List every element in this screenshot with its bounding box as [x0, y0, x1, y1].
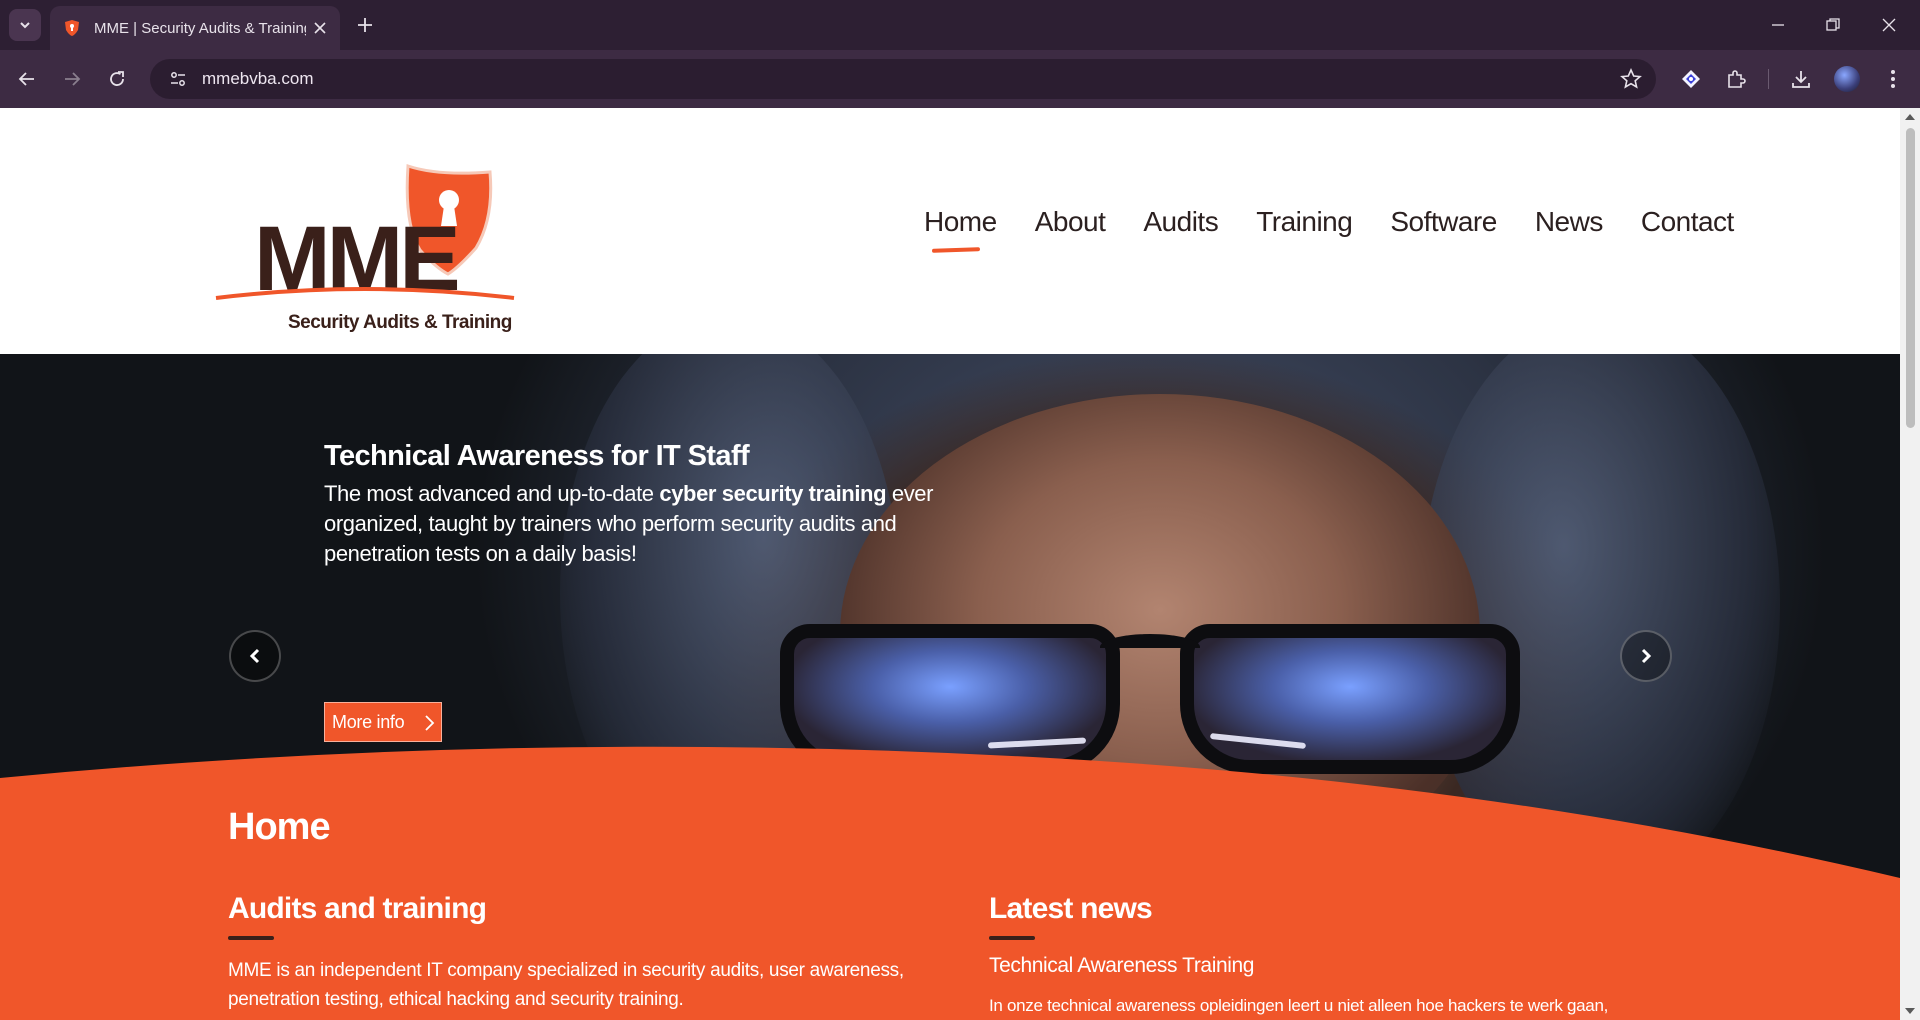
- menu-kebab-icon[interactable]: [1879, 65, 1907, 93]
- more-info-button[interactable]: More info: [324, 702, 442, 742]
- mme-logo[interactable]: MME Security Audits & Training: [214, 158, 524, 338]
- close-window-button[interactable]: [1869, 10, 1909, 40]
- svg-text:MME: MME: [254, 208, 457, 310]
- browser-tab-bar: MME | Security Audits & Training: [0, 0, 1920, 50]
- new-tab-button[interactable]: [352, 12, 378, 38]
- plus-icon: [358, 18, 372, 32]
- nav-about[interactable]: About: [1035, 206, 1106, 238]
- news-item-excerpt: In onze technical awareness opleidingen …: [989, 996, 1609, 1015]
- heading-underline: [989, 936, 1035, 940]
- page-title: Home: [228, 806, 331, 848]
- nav-software[interactable]: Software: [1390, 206, 1497, 238]
- chevron-right-icon: [425, 715, 435, 731]
- site-info-icon[interactable]: [158, 70, 198, 88]
- audits-training-heading: Audits and training: [228, 892, 487, 925]
- main-navigation: Home About Audits Training Software News…: [924, 206, 1772, 238]
- toolbar-divider: [1768, 69, 1769, 89]
- arrow-right-icon: [65, 72, 81, 86]
- news-item-title[interactable]: Technical Awareness Training: [989, 954, 1254, 978]
- site-favicon-icon: [62, 18, 82, 38]
- latest-news-heading: Latest news: [989, 892, 1153, 925]
- bookmark-star-icon[interactable]: [1620, 68, 1642, 95]
- back-button[interactable]: [11, 63, 43, 95]
- nav-audits[interactable]: Audits: [1143, 206, 1218, 238]
- extensions-puzzle-icon[interactable]: [1722, 65, 1750, 93]
- address-bar[interactable]: mmebvba.com: [150, 59, 1656, 99]
- minimize-icon: [1772, 24, 1784, 26]
- downloads-icon[interactable]: [1787, 65, 1815, 93]
- web-page: MME Security Audits & Training Home Abou…: [0, 108, 1900, 1020]
- scrollbar-thumb[interactable]: [1906, 128, 1915, 428]
- forward-button[interactable]: [56, 63, 88, 95]
- more-info-label: More info: [332, 711, 405, 732]
- chevron-left-icon: [249, 648, 260, 664]
- hero-text-part: The most advanced and up-to-date: [324, 481, 660, 506]
- tab-title: MME | Security Audits & Training: [94, 19, 306, 37]
- heading-underline: [228, 936, 274, 940]
- svg-text:Security Audits & Training: Security Audits & Training: [288, 312, 512, 333]
- close-icon: [1882, 18, 1896, 32]
- nav-training[interactable]: Training: [1256, 206, 1353, 238]
- chevron-down-icon: [20, 22, 30, 29]
- hero-description: The most advanced and up-to-date cyber s…: [324, 479, 954, 569]
- site-header: MME Security Audits & Training Home Abou…: [0, 108, 1900, 354]
- url-text: mmebvba.com: [202, 69, 314, 88]
- restore-button[interactable]: [1813, 10, 1853, 40]
- browser-tab[interactable]: MME | Security Audits & Training: [50, 6, 340, 50]
- carousel-next-button[interactable]: [1620, 630, 1672, 682]
- hero-caption: Technical Awareness for IT Staff The mos…: [324, 440, 954, 569]
- arrow-left-icon: [18, 72, 34, 86]
- scroll-up-arrow[interactable]: [1905, 114, 1915, 120]
- minimize-button[interactable]: [1758, 10, 1798, 40]
- restore-icon: [1826, 18, 1840, 31]
- browser-toolbar: mmebvba.com: [0, 50, 1920, 108]
- nav-contact[interactable]: Contact: [1641, 206, 1735, 238]
- carousel-prev-button[interactable]: [229, 630, 281, 682]
- nav-home[interactable]: Home: [924, 206, 997, 238]
- page-scrollbar[interactable]: [1900, 108, 1920, 1020]
- tab-list-button[interactable]: [9, 9, 41, 41]
- reload-button[interactable]: [101, 63, 133, 95]
- close-tab-icon[interactable]: [310, 18, 330, 38]
- hero-title: Technical Awareness for IT Staff: [324, 440, 750, 472]
- about-text: MME is an independent IT company special…: [228, 960, 904, 1010]
- reload-icon: [110, 71, 124, 86]
- scroll-down-arrow[interactable]: [1905, 1008, 1915, 1014]
- profile-avatar[interactable]: [1834, 66, 1860, 92]
- hero-image-glasses-bridge: [1100, 634, 1200, 660]
- extension-diamond-icon[interactable]: [1677, 65, 1705, 93]
- hero-text-highlight: cyber security training: [659, 481, 887, 506]
- nav-news[interactable]: News: [1535, 206, 1604, 238]
- chevron-right-icon: [1641, 648, 1652, 664]
